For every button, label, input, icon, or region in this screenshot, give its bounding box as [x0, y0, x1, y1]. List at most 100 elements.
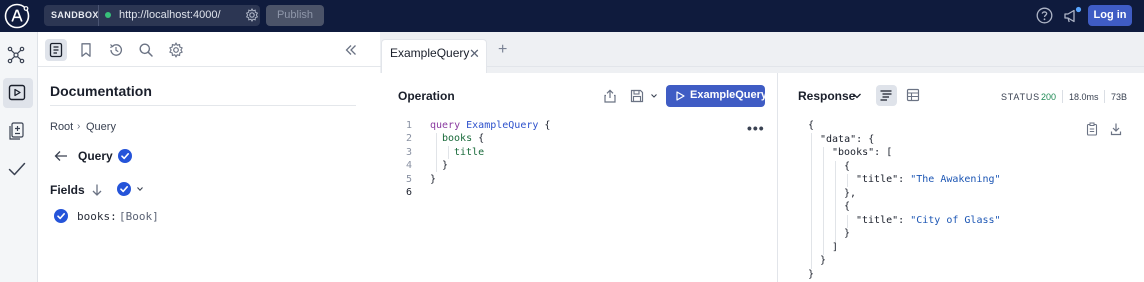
line-number: 4: [405, 160, 412, 172]
json-key: "data": [820, 133, 857, 145]
response-chevron-down-icon[interactable]: [852, 90, 862, 102]
select-all-fields-check-icon[interactable]: [117, 182, 131, 196]
json-brace: {: [844, 160, 851, 172]
table-view-icon[interactable]: [906, 88, 920, 102]
json-colon: :: [898, 174, 905, 185]
share-icon[interactable]: [603, 89, 617, 103]
fields-title: Fields: [50, 183, 85, 197]
publish-button[interactable]: Publish: [266, 5, 324, 26]
include-type-check-icon[interactable]: [118, 149, 132, 163]
json-colon: :: [898, 214, 905, 226]
json-brace: }: [808, 268, 815, 280]
response-latency: 18.0ms: [1069, 92, 1099, 102]
docs-toolbar-divider: [38, 66, 380, 67]
download-icon[interactable]: [1110, 122, 1122, 136]
code-keyword: query: [430, 120, 461, 131]
code-field: title: [454, 146, 485, 158]
docs-title: Documentation: [50, 83, 152, 99]
play-icon: [675, 91, 685, 101]
indent-guide: [847, 174, 848, 187]
json-brace: {: [868, 133, 875, 145]
indent-guide: [835, 161, 836, 242]
tab-label: ExampleQuery: [390, 46, 470, 60]
json-key: "title": [856, 174, 899, 185]
code-brace: }: [442, 160, 449, 172]
indent-guide: [436, 133, 437, 172]
line-number: 5: [405, 173, 412, 185]
line-number: 1: [405, 120, 412, 131]
tab-bar-divider: [380, 66, 1144, 67]
sandbox-divider: [98, 5, 99, 26]
response-size: 73B: [1111, 92, 1128, 102]
field-books-check-icon[interactable]: [54, 209, 68, 223]
json-string-value: "The Awakening": [910, 174, 1001, 185]
bookmark-icon[interactable]: [78, 42, 94, 58]
add-tab-icon[interactable]: +: [498, 41, 507, 59]
indent-guide: [448, 146, 449, 159]
line-number: 3: [405, 146, 412, 158]
explorer-play-icon[interactable]: [8, 83, 28, 103]
field-type[interactable]: [Book]: [119, 210, 159, 223]
run-query-label: ExampleQuery: [690, 89, 768, 101]
code-operation-name: ExampleQuery: [466, 120, 539, 131]
meta-divider: [1104, 90, 1105, 103]
schema-graph-icon[interactable]: [6, 45, 26, 65]
close-tab-icon[interactable]: ✕: [469, 46, 480, 62]
history-icon[interactable]: [108, 42, 124, 58]
json-brace: },: [844, 187, 857, 199]
line-number: 2: [405, 133, 412, 145]
save-dropdown-chevron-icon[interactable]: [650, 89, 658, 103]
code-field: books: [442, 133, 473, 145]
json-key: "books": [832, 147, 875, 158]
save-icon[interactable]: [630, 89, 644, 103]
sort-arrow-icon[interactable]: [91, 183, 103, 197]
meta-divider: [1062, 90, 1063, 103]
more-options-icon[interactable]: •••: [747, 120, 765, 136]
documentation-icon[interactable]: [48, 42, 64, 58]
help-icon[interactable]: [1036, 7, 1053, 24]
field-name[interactable]: books:: [77, 210, 117, 223]
indent-guide: [811, 133, 812, 269]
left-navigation-rail: [0, 32, 38, 282]
json-bracket: ]: [832, 241, 839, 253]
changelog-icon[interactable]: [8, 121, 28, 141]
chevron-down-icon[interactable]: [136, 185, 144, 193]
line-number: 6: [405, 187, 412, 198]
operation-title: Operation: [398, 89, 455, 103]
json-brace: }: [844, 228, 851, 239]
connection-settings-icon[interactable]: [245, 8, 259, 22]
response-title[interactable]: Response: [798, 89, 855, 103]
json-string-value: "City of Glass": [910, 214, 1001, 226]
json-brace: {: [844, 201, 851, 212]
search-icon[interactable]: [138, 42, 154, 58]
json-view-icon[interactable]: [879, 88, 893, 102]
indent-guide: [823, 147, 824, 255]
copy-icon[interactable]: [1086, 122, 1098, 136]
json-colon: :: [856, 133, 863, 145]
apollo-logo-icon[interactable]: [4, 3, 30, 29]
json-colon: :: [874, 147, 881, 158]
status-label: STATUS: [1001, 92, 1040, 102]
breadcrumb-separator: ›: [77, 121, 81, 132]
collapse-icon[interactable]: [343, 42, 359, 58]
login-button[interactable]: Log in: [1088, 5, 1132, 26]
breadcrumb-query[interactable]: Query: [86, 121, 116, 133]
code-brace: {: [478, 133, 485, 145]
code-brace: {: [544, 120, 551, 131]
json-bracket: [: [886, 147, 893, 158]
code-brace: }: [430, 173, 437, 185]
checks-icon[interactable]: [7, 159, 27, 179]
connection-status-dot: [105, 12, 111, 18]
sandbox-label: SANDBOX: [51, 10, 99, 20]
docs-title-divider: [50, 105, 356, 106]
json-key: "title": [856, 214, 899, 226]
back-arrow-icon[interactable]: [54, 150, 68, 162]
json-brace: {: [808, 120, 815, 131]
status-code: 200: [1041, 92, 1057, 102]
endpoint-url-input[interactable]: http://localhost:4000/: [119, 9, 221, 21]
announcements-icon[interactable]: [1063, 6, 1083, 25]
json-brace: }: [820, 255, 827, 266]
type-title: Query: [78, 149, 113, 163]
settings-icon[interactable]: [168, 42, 184, 58]
breadcrumb-root[interactable]: Root: [50, 121, 73, 133]
